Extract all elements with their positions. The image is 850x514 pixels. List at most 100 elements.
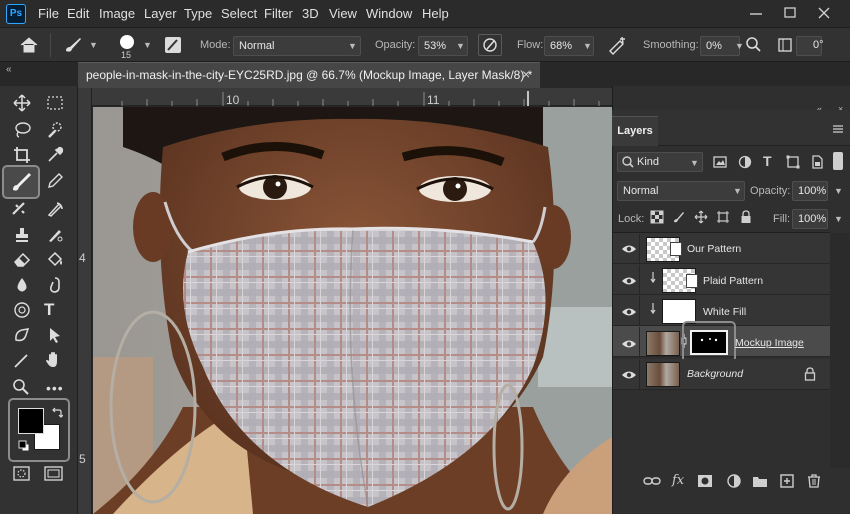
marquee-tool-icon[interactable] bbox=[46, 94, 64, 112]
menu-help[interactable]: Help bbox=[422, 6, 449, 21]
add-mask-icon[interactable] bbox=[697, 474, 713, 488]
swap-colors-icon[interactable] bbox=[51, 407, 63, 419]
layer-opacity-dropdown-icon[interactable]: ▼ bbox=[834, 186, 843, 196]
layers-scrollbar[interactable] bbox=[830, 233, 850, 468]
crop-tool-icon[interactable] bbox=[13, 146, 31, 164]
filter-pixel-icon[interactable] bbox=[713, 155, 727, 169]
brush-preset-dropdown-icon[interactable]: ▼ bbox=[89, 40, 98, 50]
smoothing-options-icon[interactable] bbox=[745, 35, 763, 55]
close-window-icon[interactable] bbox=[814, 4, 834, 22]
menu-layer[interactable]: Layer bbox=[144, 6, 177, 21]
filter-adjustment-icon[interactable] bbox=[738, 155, 752, 169]
move-tool-icon[interactable] bbox=[13, 94, 31, 112]
paint-bucket-tool-icon[interactable] bbox=[46, 250, 64, 268]
fill-input[interactable]: 100% bbox=[792, 209, 828, 229]
minimize-icon[interactable] bbox=[746, 4, 766, 22]
new-layer-icon[interactable] bbox=[779, 474, 795, 488]
mode-dropdown-icon[interactable]: ▼ bbox=[348, 41, 357, 51]
eyedropper-tool-icon[interactable] bbox=[46, 146, 64, 164]
smoothing-dropdown-icon[interactable]: ▼ bbox=[735, 41, 744, 51]
brush-tool-button[interactable] bbox=[2, 165, 40, 199]
healing-brush-tool-icon[interactable] bbox=[10, 200, 32, 218]
pen-path-icon[interactable] bbox=[12, 326, 32, 344]
visibility-eye-icon[interactable] bbox=[621, 243, 637, 255]
document-canvas[interactable] bbox=[93, 107, 612, 514]
visibility-eye-icon[interactable] bbox=[621, 369, 637, 381]
path-selection-tool-icon[interactable] bbox=[46, 326, 64, 344]
blur-tool-icon[interactable] bbox=[13, 276, 31, 294]
menu-select[interactable]: Select bbox=[221, 6, 257, 21]
filter-smart-object-icon[interactable] bbox=[810, 155, 824, 169]
smudge-tool-icon[interactable] bbox=[46, 276, 64, 294]
layer-thumbnail[interactable] bbox=[646, 362, 680, 387]
visibility-eye-icon[interactable] bbox=[621, 275, 637, 287]
pen-tool-icon[interactable] bbox=[12, 300, 32, 320]
default-colors-icon[interactable] bbox=[18, 440, 30, 452]
panel-menu-icon[interactable] bbox=[832, 124, 844, 134]
menu-filter[interactable]: Filter bbox=[264, 6, 293, 21]
tab-layers[interactable]: Layers bbox=[612, 116, 658, 146]
layer-name-white-fill[interactable]: White Fill bbox=[703, 306, 746, 318]
history-brush-tool-icon[interactable] bbox=[46, 200, 64, 218]
filter-shape-icon[interactable] bbox=[786, 155, 800, 169]
layer-mask-thumbnail[interactable] bbox=[690, 330, 728, 355]
photoshop-logo[interactable]: Ps bbox=[6, 4, 26, 24]
mode-select[interactable]: Normal bbox=[233, 36, 361, 56]
layer-thumbnail[interactable] bbox=[646, 331, 680, 356]
layer-opacity-input[interactable]: 100% bbox=[792, 181, 828, 201]
flow-dropdown-icon[interactable]: ▼ bbox=[583, 41, 592, 51]
menu-3d[interactable]: 3D bbox=[302, 6, 319, 21]
menu-image[interactable]: Image bbox=[99, 6, 135, 21]
lock-pixels-icon[interactable] bbox=[672, 210, 686, 224]
menu-view[interactable]: View bbox=[329, 6, 357, 21]
filter-toggle-icon[interactable] bbox=[833, 152, 843, 170]
angle-icon[interactable] bbox=[777, 36, 793, 54]
airbrush-icon[interactable] bbox=[606, 35, 628, 55]
smoothing-input[interactable]: 0% bbox=[700, 36, 740, 56]
line-tool-icon[interactable] bbox=[12, 352, 30, 370]
lock-transparent-icon[interactable] bbox=[650, 210, 664, 224]
filter-dropdown-icon[interactable]: ▼ bbox=[690, 158, 699, 168]
lock-position-icon[interactable] bbox=[694, 210, 708, 224]
brush-settings-icon[interactable] bbox=[162, 35, 184, 55]
menu-window[interactable]: Window bbox=[366, 6, 412, 21]
blend-mode-select[interactable]: Normal bbox=[617, 181, 745, 201]
new-adjustment-layer-icon[interactable] bbox=[726, 474, 742, 488]
clone-stamp-tool-icon[interactable] bbox=[13, 226, 31, 244]
quick-mask-icon[interactable] bbox=[13, 466, 31, 482]
hand-tool-icon[interactable] bbox=[44, 350, 64, 370]
layer-name-mockup-image[interactable]: Mockup Image bbox=[735, 337, 804, 349]
eraser-tool-icon[interactable] bbox=[13, 250, 31, 268]
quick-selection-tool-icon[interactable] bbox=[46, 121, 64, 139]
type-tool-icon[interactable]: T bbox=[44, 300, 54, 320]
more-tools-icon[interactable]: ••• bbox=[46, 380, 64, 396]
menu-file[interactable]: File bbox=[38, 6, 59, 21]
new-group-icon[interactable] bbox=[752, 474, 768, 488]
zoom-tool-icon[interactable] bbox=[12, 378, 30, 396]
home-icon[interactable] bbox=[18, 35, 40, 55]
visibility-eye-icon[interactable] bbox=[621, 306, 637, 318]
layer-name-background[interactable]: Background bbox=[687, 368, 743, 380]
maximize-icon[interactable] bbox=[780, 4, 800, 22]
menu-edit[interactable]: Edit bbox=[67, 6, 89, 21]
fill-dropdown-icon[interactable]: ▼ bbox=[834, 214, 843, 224]
lock-artboard-icon[interactable] bbox=[716, 210, 730, 224]
link-layers-icon[interactable] bbox=[643, 475, 661, 487]
layer-name-our-pattern[interactable]: Our Pattern bbox=[687, 243, 741, 255]
filter-type-icon[interactable]: T bbox=[763, 153, 772, 169]
lasso-tool-icon[interactable] bbox=[13, 121, 31, 139]
menu-type[interactable]: Type bbox=[184, 6, 212, 21]
pressure-opacity-icon[interactable] bbox=[478, 34, 502, 56]
foreground-color-swatch[interactable] bbox=[18, 408, 44, 434]
screen-mode-icon[interactable] bbox=[44, 466, 64, 482]
layer-name-plaid-pattern[interactable]: Plaid Pattern bbox=[703, 275, 763, 287]
lock-all-icon[interactable] bbox=[739, 210, 753, 224]
visibility-eye-icon[interactable] bbox=[621, 338, 637, 350]
blend-mode-dropdown-icon[interactable]: ▼ bbox=[733, 186, 742, 196]
pencil-tool-icon[interactable] bbox=[46, 172, 64, 190]
layer-style-icon[interactable]: fx bbox=[672, 473, 684, 488]
delete-layer-icon[interactable] bbox=[806, 474, 822, 488]
brush-preset-icon[interactable] bbox=[62, 35, 84, 55]
brush-size-dropdown-icon[interactable]: ▼ bbox=[143, 40, 152, 50]
collapse-toolbar-icon[interactable]: « bbox=[6, 64, 12, 75]
